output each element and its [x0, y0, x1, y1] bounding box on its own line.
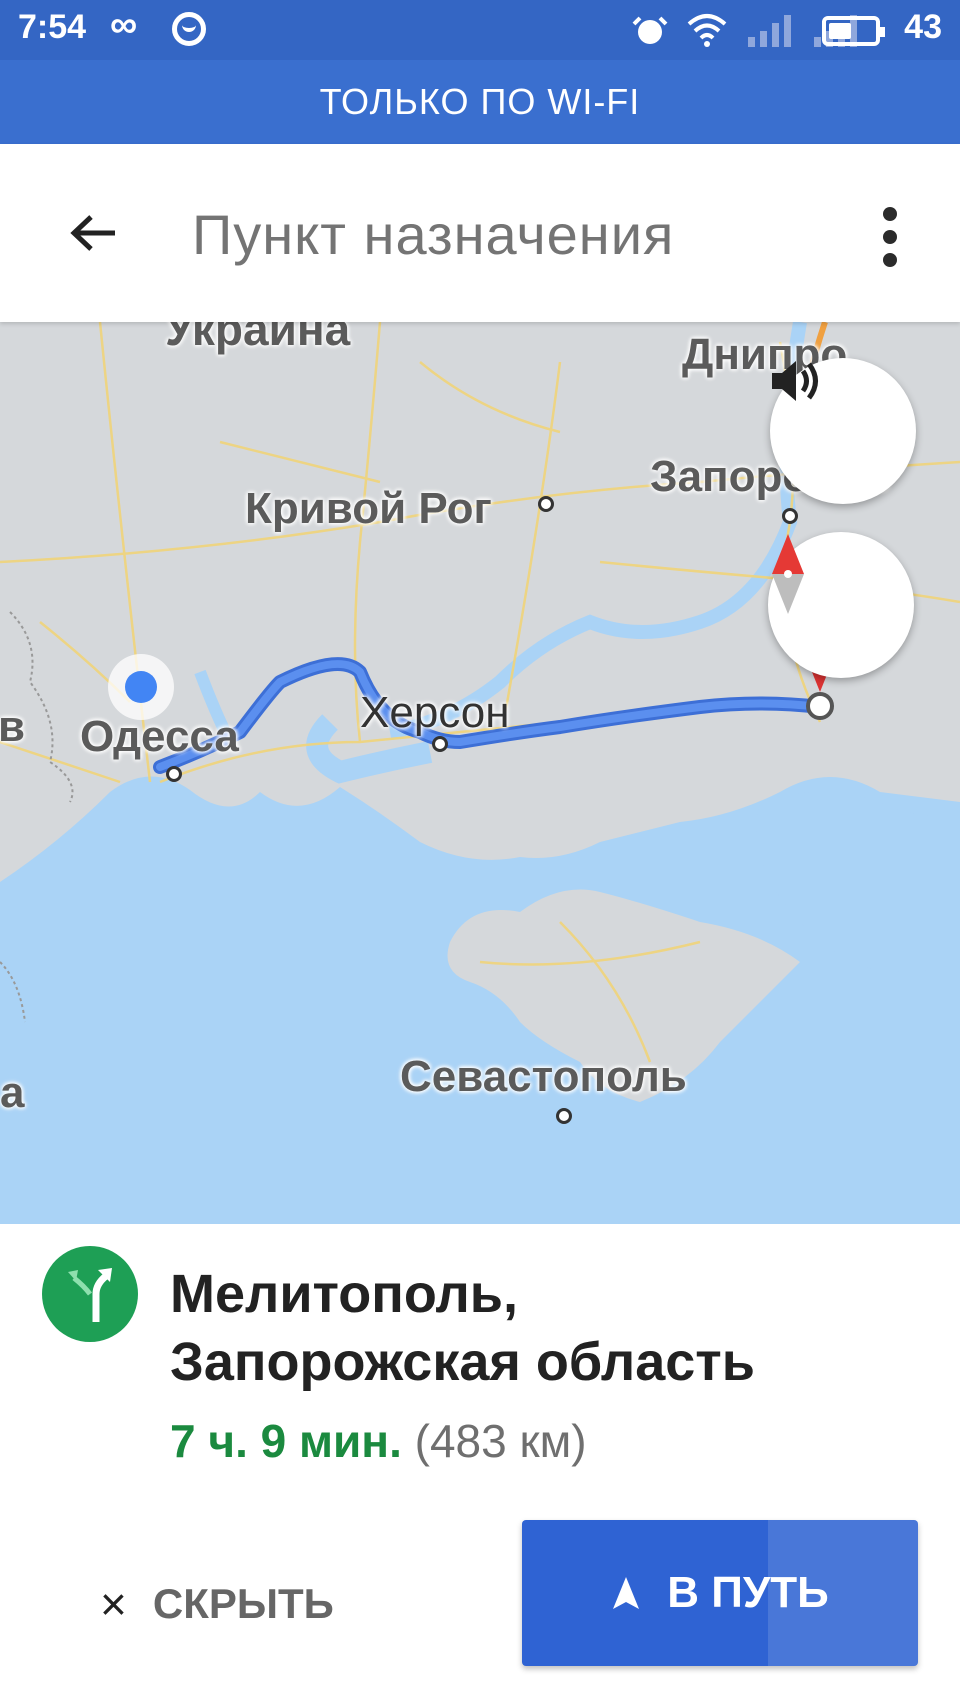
hide-button[interactable]: × СКРЫТЬ	[100, 1554, 334, 1654]
destination-input[interactable]: Пункт назначения	[192, 202, 674, 267]
route-fork-icon	[42, 1246, 138, 1342]
more-options-button[interactable]	[860, 192, 920, 282]
wifi-only-banner[interactable]: ТОЛЬКО ПО WI-FI	[0, 60, 960, 144]
compass-button[interactable]	[768, 532, 914, 678]
map-view[interactable]: Украина Днипро Запорожье Кривой Рог Херс…	[0, 322, 960, 1224]
route-panel: Мелитополь, Запорожская область 7 ч. 9 м…	[0, 1224, 960, 1707]
back-button[interactable]	[60, 200, 126, 266]
current-location-marker	[108, 654, 174, 720]
map-label-odessa: Одесса	[80, 712, 239, 761]
city-dot-odessa	[166, 766, 182, 782]
map-label-edge-left: в	[0, 702, 26, 751]
map-label-kherson: Херсон	[360, 688, 510, 737]
start-navigation-label: В ПУТЬ	[667, 1568, 829, 1617]
map-label-ukraine: Украина	[165, 322, 351, 355]
more-dot-icon	[883, 207, 897, 221]
banner-text: ТОЛЬКО ПО WI-FI	[319, 81, 641, 122]
more-dot-icon	[883, 230, 897, 244]
search-bar: Пункт назначения	[0, 144, 960, 322]
route-eta: 7 ч. 9 мин. (483 км)	[170, 1414, 587, 1468]
compass-icon	[772, 534, 804, 614]
travel-distance: (483 км)	[414, 1415, 587, 1467]
more-dot-icon	[883, 253, 897, 267]
destination-line2: Запорожская область	[170, 1332, 755, 1392]
battery-icon	[822, 16, 885, 46]
map-label-sevastopol: Севастополь	[400, 1052, 687, 1101]
city-dot-kherson	[432, 736, 448, 752]
start-navigation-button[interactable]: В ПУТЬ	[522, 1520, 918, 1666]
city-dot-zaporozhye	[782, 508, 798, 524]
map-label-edge-bottom: а	[0, 1068, 25, 1117]
alarm-icon	[632, 16, 668, 44]
city-dot-sevastopol	[556, 1108, 572, 1124]
navigation-arrow-icon	[613, 1577, 640, 1609]
battery-level: 43	[904, 8, 942, 46]
map-label-krivoy-rog: Кривой Рог	[245, 484, 492, 533]
status-time: 7:54	[18, 8, 87, 46]
hide-button-label: СКРЫТЬ	[152, 1580, 334, 1627]
signal-icon	[748, 15, 791, 47]
back-arrow-icon	[70, 215, 115, 251]
infinity-icon: ∞	[110, 4, 138, 46]
destination-marker	[806, 692, 834, 720]
wifi-icon	[687, 14, 727, 47]
travel-time: 7 ч. 9 мин.	[170, 1415, 402, 1467]
destination-line1: Мелитополь,	[170, 1264, 518, 1324]
sound-button[interactable]	[770, 358, 916, 504]
close-icon: ×	[100, 1578, 127, 1630]
city-dot-krivoy-rog	[538, 496, 554, 512]
status-bar: 7:54 ∞ 43	[0, 0, 960, 60]
smiley-icon	[172, 12, 206, 46]
volume-icon	[772, 361, 818, 401]
destination-title: Мелитополь, Запорожская область	[170, 1260, 930, 1396]
